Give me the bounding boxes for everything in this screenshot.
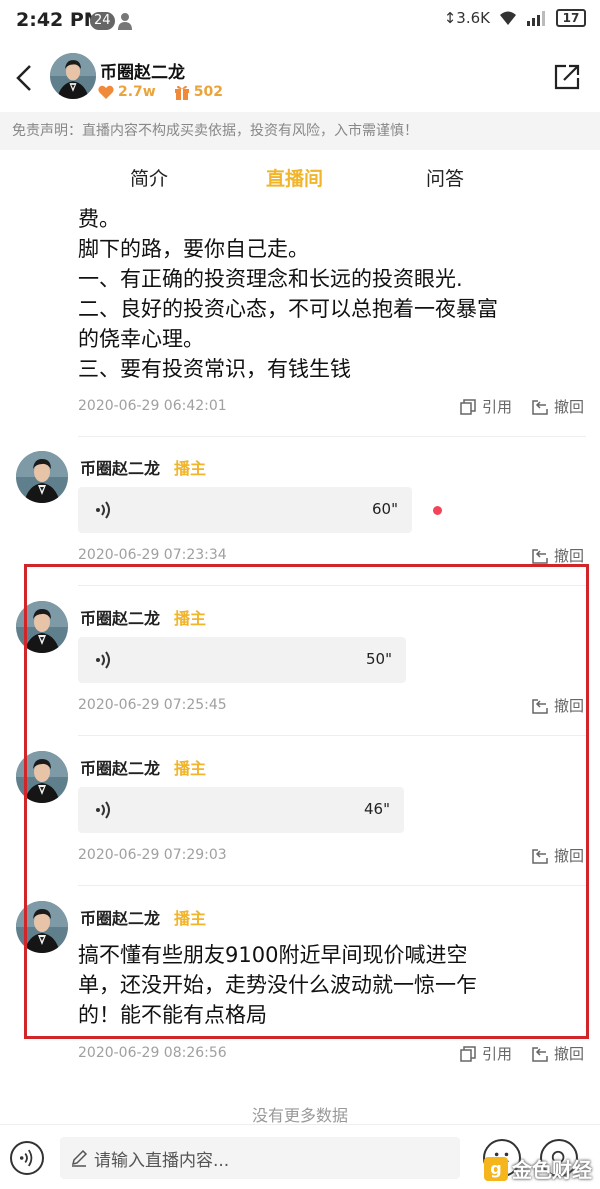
highlight-box	[24, 564, 589, 1039]
host-tag: 播主	[174, 459, 207, 478]
tab-live-room[interactable]: 直播间	[266, 164, 323, 191]
message-line: 的侥幸心理。	[78, 327, 204, 351]
status-indicators: ↕3.6K 17	[444, 9, 586, 27]
tab-intro[interactable]: 简介	[130, 164, 168, 191]
withdraw-icon	[532, 548, 548, 564]
live-content-input[interactable]: 请输入直播内容...	[60, 1137, 460, 1179]
unread-dot	[433, 506, 442, 515]
withdraw-label: 撤回	[553, 547, 584, 565]
room-header: 币圈赵二龙 2.7w 502	[0, 44, 600, 112]
message-author: 币圈赵二龙 播主	[80, 455, 206, 479]
withdraw-icon	[532, 399, 548, 415]
gift-count: 502	[193, 84, 223, 100]
withdraw-button[interactable]: 撤回	[532, 545, 584, 566]
voice-duration: 60"	[372, 500, 398, 518]
anchor-stats: 2.7w 502	[98, 84, 223, 100]
tab-qa[interactable]: 问答	[426, 164, 464, 191]
input-placeholder: 请输入直播内容...	[94, 1150, 230, 1171]
input-bar: 请输入直播内容... g 金色财经	[0, 1124, 600, 1189]
message-timestamp: 2020-06-29 06:42:01	[78, 398, 227, 414]
network-speed-value: 3.6K	[456, 9, 490, 27]
voice-input-icon[interactable]	[10, 1141, 44, 1175]
withdraw-icon	[532, 1046, 548, 1062]
watermark-logo: g	[484, 1156, 508, 1181]
withdraw-button[interactable]: 撤回	[532, 396, 584, 417]
message-timestamp: 2020-06-29 07:23:34	[78, 547, 227, 563]
back-arrow-icon[interactable]	[10, 60, 40, 96]
message-actions: 撤回	[532, 545, 584, 566]
no-more-data: 没有更多数据	[251, 1106, 348, 1124]
author-name: 币圈赵二龙	[80, 459, 161, 478]
fans-count: 2.7w	[118, 84, 156, 100]
status-bar: 2:42 PM 24 ↕3.6K 17	[0, 0, 600, 44]
message-line: 三、要有投资常识，有钱生钱	[78, 357, 351, 381]
gift-stat: 502	[174, 84, 223, 100]
quote-label: 引用	[481, 398, 512, 416]
anchor-avatar[interactable]	[50, 53, 96, 99]
disclaimer-banner: 免责声明：直播内容不构成买卖依据，投资有风险，入市需谨慎！	[0, 112, 600, 150]
battery-icon: 17	[556, 9, 586, 27]
quote-button[interactable]: 引用	[460, 396, 512, 417]
withdraw-button[interactable]: 撤回	[532, 1043, 584, 1064]
fans-stat: 2.7w	[98, 84, 156, 100]
quote-icon	[460, 398, 476, 415]
anchor-name[interactable]: 币圈赵二龙	[100, 58, 185, 83]
tab-bar: 简介 直播间 问答	[0, 150, 600, 204]
message-text-1: 费。 脚下的路，要你自己走。 一、有正确的投资理念和长远的投资眼光. 二、良好的…	[78, 204, 588, 384]
message-line: 二、良好的投资心态，不可以总抱着一夜暴富	[78, 297, 498, 321]
message-actions: 引用 撤回	[460, 1043, 584, 1064]
watermark-text: 金色财经	[512, 1158, 592, 1182]
message-avatar[interactable]	[16, 451, 68, 503]
voice-message[interactable]: 60"	[78, 487, 412, 533]
withdraw-label: 撤回	[553, 1045, 584, 1063]
gift-icon	[174, 85, 189, 100]
quote-icon	[460, 1045, 476, 1062]
watermark: g 金色财经	[484, 1154, 592, 1183]
message-divider	[78, 436, 586, 437]
notification-count-badge: 24	[90, 12, 115, 30]
quote-label: 引用	[481, 1045, 512, 1063]
heart-icon	[98, 85, 114, 99]
share-icon[interactable]	[552, 62, 582, 92]
person-icon	[118, 13, 132, 30]
voice-wave-icon	[96, 501, 110, 519]
message-line: 费。	[78, 207, 120, 231]
withdraw-label: 撤回	[553, 398, 584, 416]
signal-icon	[527, 11, 545, 26]
wifi-icon	[500, 11, 516, 25]
message-line: 一、有正确的投资理念和长远的投资眼光.	[78, 267, 463, 291]
network-speed: ↕3.6K	[443, 9, 490, 27]
quote-button[interactable]: 引用	[460, 1043, 512, 1064]
message-actions: 引用 撤回	[460, 396, 584, 417]
message-line: 脚下的路，要你自己走。	[78, 237, 309, 261]
pencil-icon	[71, 1149, 88, 1167]
message-timestamp: 2020-06-29 08:26:56	[78, 1045, 227, 1061]
